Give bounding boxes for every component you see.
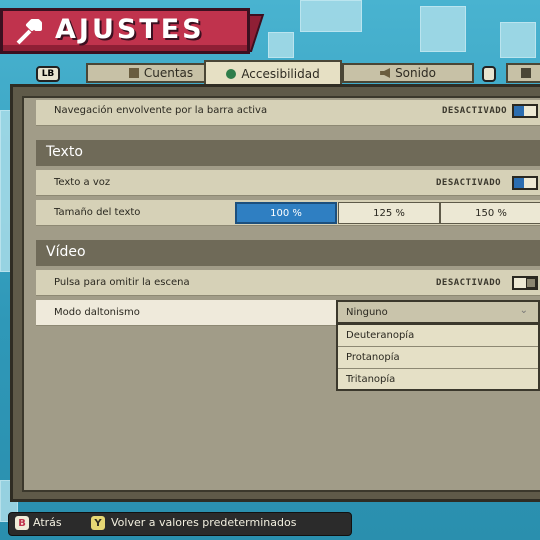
tab-sonido[interactable]: Sonido: [342, 63, 474, 83]
section-title: Vídeo: [46, 244, 86, 260]
toggle-state: DESACTIVADO: [436, 278, 502, 288]
setting-row-wrap-nav[interactable]: Navegación envolvente por la barra activ…: [36, 100, 540, 126]
dropdown-option[interactable]: Tritanopía: [338, 369, 538, 391]
setting-label: Navegación envolvente por la barra activ…: [54, 105, 268, 116]
chevron-down-icon: ⌄: [519, 305, 528, 316]
toggle-state: DESACTIVADO: [436, 178, 502, 188]
tab-video[interactable]: [506, 63, 540, 83]
y-button-icon: Y: [91, 516, 105, 530]
toggle-switch[interactable]: [512, 276, 538, 290]
tab-bar: LB Cuentas Accesibilidad Sonido: [36, 60, 540, 86]
setting-label: Pulsa para omitir la escena: [54, 277, 190, 288]
monitor-icon: [521, 68, 531, 78]
toggle-switch[interactable]: [512, 104, 538, 118]
text-size-option-100[interactable]: 100 %: [235, 202, 337, 224]
bg-cube: [420, 6, 466, 52]
bg-cube: [300, 0, 362, 32]
reset-defaults-hint[interactable]: Volver a valores predeterminados: [111, 516, 296, 529]
lb-button-hint[interactable]: LB: [36, 66, 60, 82]
store-icon: [128, 68, 139, 78]
setting-label: Modo daltonismo: [54, 307, 140, 318]
speaker-icon: [380, 68, 391, 78]
dropdown-value: Ninguno: [346, 307, 388, 318]
page-title: AJUSTES: [55, 14, 205, 45]
colorblind-dropdown[interactable]: Ninguno ⌄: [336, 300, 540, 324]
dropdown-option[interactable]: Deuteranopía: [338, 325, 538, 347]
setting-row-tts[interactable]: Texto a voz DESACTIVADO SÍ: [36, 170, 540, 196]
tab-label: Cuentas: [143, 66, 194, 80]
section-texto: Texto: [36, 140, 540, 166]
bg-cube: [500, 22, 536, 58]
setting-row-text-size: Tamaño del texto 100 % 125 % 150 %: [36, 200, 540, 226]
back-hint[interactable]: Atrás: [33, 516, 62, 529]
section-title: Texto: [46, 144, 83, 160]
toggle-state: DESACTIVADO: [442, 106, 508, 116]
settings-panel: Navegación envolvente por la barra activ…: [22, 96, 540, 492]
toggle-switch[interactable]: [512, 176, 538, 190]
colorblind-options-list: Deuteranopía Protanopía Tritanopía: [336, 323, 540, 391]
text-size-option-125[interactable]: 125 %: [338, 202, 440, 224]
controller-hints-bar: B Atrás Y Volver a valores predeterminad…: [8, 512, 352, 536]
accessibility-icon: [226, 69, 237, 79]
dropdown-option[interactable]: Protanopía: [338, 347, 538, 369]
section-video: Vídeo: [36, 240, 540, 266]
setting-label: Tamaño del texto: [54, 207, 141, 218]
text-size-option-150[interactable]: 150 %: [440, 202, 540, 224]
rb-partial: [482, 66, 496, 82]
setting-label: Texto a voz: [54, 177, 111, 188]
tab-accesibilidad[interactable]: Accesibilidad: [204, 60, 342, 86]
b-button-icon: B: [15, 516, 29, 530]
bg-cube: [268, 32, 294, 58]
wrench-icon: [16, 19, 42, 45]
title-banner: AJUSTES: [0, 8, 250, 54]
tab-label: Sonido: [395, 66, 436, 80]
setting-row-skip-scene[interactable]: Pulsa para omitir la escena DESACTIVADO: [36, 270, 540, 296]
tab-label: Accesibilidad: [241, 67, 320, 81]
